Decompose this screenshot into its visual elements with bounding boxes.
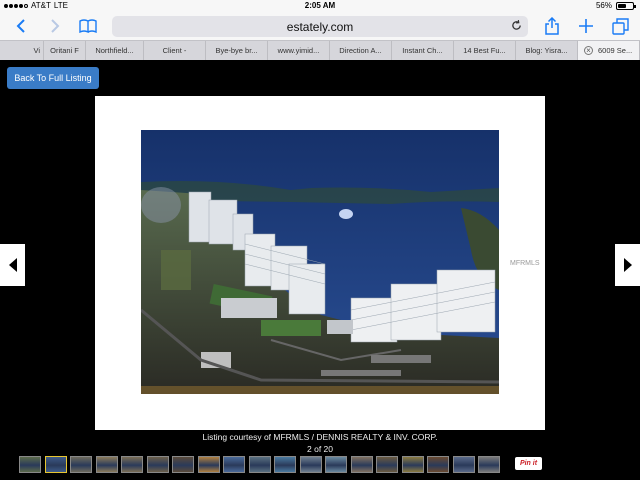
photo-thumbnail[interactable]	[172, 456, 194, 473]
photo-thumbnail[interactable]	[325, 456, 347, 473]
chevron-right-icon	[623, 258, 632, 272]
tab-label: Direction A...	[339, 46, 382, 55]
tab-label: Oritani F	[50, 46, 79, 55]
photo-thumbnail[interactable]	[197, 456, 220, 473]
tab[interactable]: Direction A...	[330, 41, 392, 60]
photo-thumbnail[interactable]	[248, 456, 271, 473]
photo-thumbnail[interactable]	[350, 456, 373, 473]
tabs-overview-icon[interactable]	[609, 15, 631, 37]
tab[interactable]: Instant Ch...	[392, 41, 454, 60]
photo-watermark: MFRMLS	[510, 260, 540, 267]
tab-label: Northfield...	[95, 46, 134, 55]
tab-label: Blog: Yisra...	[525, 46, 568, 55]
bookmarks-icon[interactable]	[77, 15, 99, 37]
tab[interactable]: www.yimid...	[268, 41, 330, 60]
pin-it-button[interactable]: Pin it	[515, 457, 542, 470]
browser-toolbar: estately.com	[0, 12, 640, 40]
share-icon[interactable]	[541, 15, 563, 37]
status-time: 2:05 AM	[304, 1, 336, 10]
tab-label: Bye-bye br...	[215, 46, 258, 55]
photo-thumbnail[interactable]	[223, 456, 245, 473]
tab-label: 6009 Se...	[598, 46, 633, 55]
tab[interactable]: Blog: Yisra...	[516, 41, 578, 60]
photo-thumbnail[interactable]	[274, 456, 296, 473]
photo-thumbnail[interactable]	[376, 456, 398, 473]
photo-thumbnail[interactable]	[478, 456, 500, 473]
tab-active[interactable]: × 6009 Se...	[578, 41, 640, 60]
address-bar[interactable]: estately.com	[112, 16, 528, 37]
tab-strip: Vi Oritani F Northfield... Client - Bye-…	[0, 40, 640, 60]
status-bar: AT&T LTE 2:05 AM 56%	[0, 0, 640, 12]
tab[interactable]: 14 Best Fu...	[454, 41, 516, 60]
tab[interactable]: Oritani F	[44, 41, 86, 60]
tab-label: Instant Ch...	[402, 46, 443, 55]
next-photo-button[interactable]	[615, 244, 640, 286]
photo-thumbnail[interactable]	[95, 456, 118, 473]
photo-thumbnail[interactable]	[121, 456, 143, 473]
tab[interactable]: Client -	[144, 41, 206, 60]
photo-frame: MFRMLS	[95, 96, 545, 430]
close-tab-icon[interactable]: ×	[584, 46, 593, 55]
photo-thumbnail[interactable]	[70, 456, 92, 473]
tab[interactable]: Vi	[0, 41, 44, 60]
tab-label: Vi	[33, 46, 40, 55]
photo-thumbnail[interactable]	[401, 456, 424, 473]
thumbnail-strip	[19, 456, 500, 474]
photo-thumbnail[interactable]	[427, 456, 449, 473]
tab[interactable]: Northfield...	[86, 41, 144, 60]
back-to-listing-button[interactable]: Back To Full Listing	[7, 67, 99, 89]
tab[interactable]: Bye-bye br...	[206, 41, 268, 60]
tab-label: www.yimid...	[277, 46, 320, 55]
url-text: estately.com	[286, 19, 354, 34]
forward-arrow-icon[interactable]	[44, 15, 66, 37]
photo-counter: 2 of 20	[307, 444, 333, 454]
chevron-left-icon	[8, 258, 17, 272]
reload-icon[interactable]	[511, 19, 522, 34]
listing-courtesy: Listing courtesy of MFRMLS / DENNIS REAL…	[202, 432, 438, 442]
photo-thumbnail[interactable]	[19, 456, 41, 473]
tab-label: Client -	[162, 46, 187, 55]
new-tab-icon[interactable]	[575, 15, 597, 37]
listing-photo[interactable]	[141, 130, 499, 394]
battery-icon	[616, 1, 636, 10]
photo-thumbnail[interactable]	[452, 456, 475, 473]
previous-photo-button[interactable]	[0, 244, 25, 286]
photo-thumbnail[interactable]	[44, 456, 67, 473]
tab-label: 14 Best Fu...	[463, 46, 506, 55]
photo-thumbnail[interactable]	[146, 456, 169, 473]
battery-info: 56%	[595, 1, 636, 10]
back-arrow-icon[interactable]	[10, 15, 32, 37]
battery-percent: 56%	[595, 1, 612, 10]
photo-thumbnail[interactable]	[299, 456, 322, 473]
